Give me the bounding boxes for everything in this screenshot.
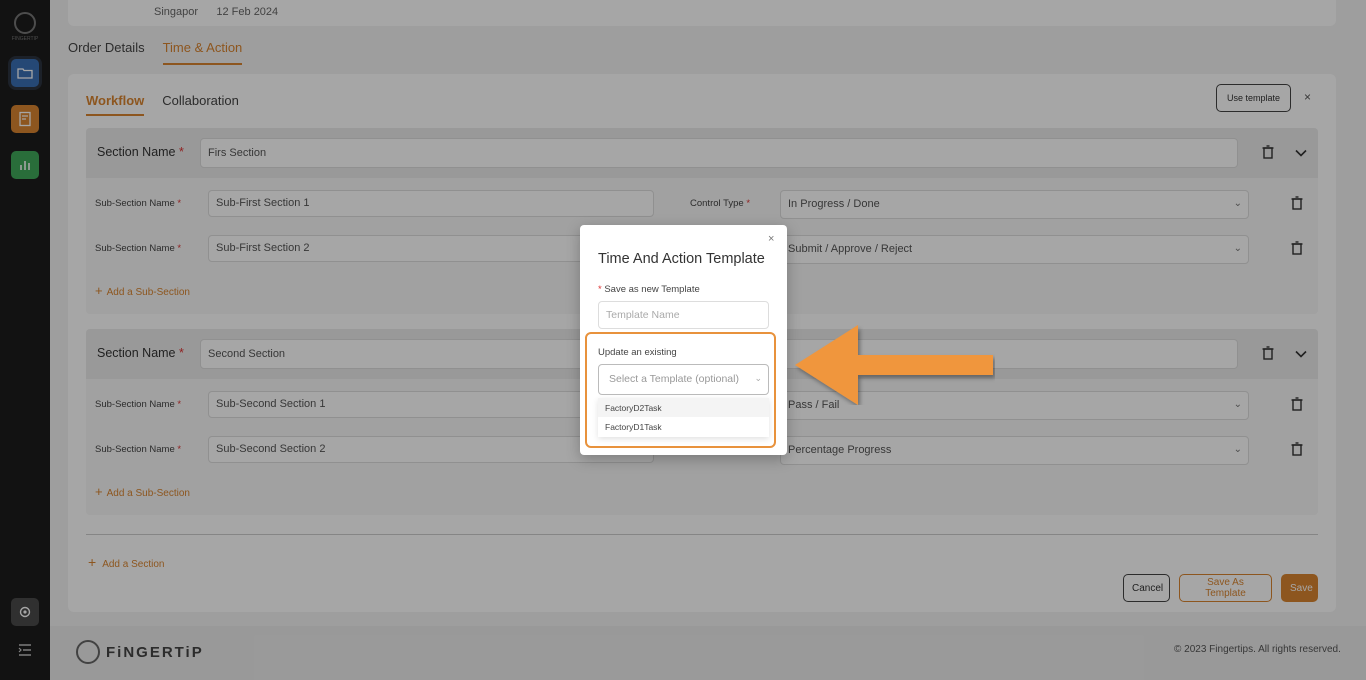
template-dropdown: FactoryD2Task FactoryD1Task	[598, 398, 769, 437]
save-new-template-label: * Save as new Template	[598, 284, 700, 295]
modal-title: Time And Action Template	[598, 251, 765, 267]
template-option[interactable]: FactoryD2Task	[598, 398, 769, 417]
template-modal: × Time And Action Template * Save as new…	[580, 225, 787, 455]
chevron-down-icon: ⌄	[754, 373, 762, 383]
template-select[interactable]: Select a Template (optional) ⌄	[598, 364, 769, 395]
template-name-input[interactable]: Template Name	[598, 301, 769, 329]
template-option[interactable]: FactoryD1Task	[598, 417, 769, 436]
annotation-arrow-icon	[795, 325, 993, 405]
close-icon[interactable]: ×	[768, 233, 774, 245]
update-existing-label: Update an existing	[598, 347, 677, 358]
